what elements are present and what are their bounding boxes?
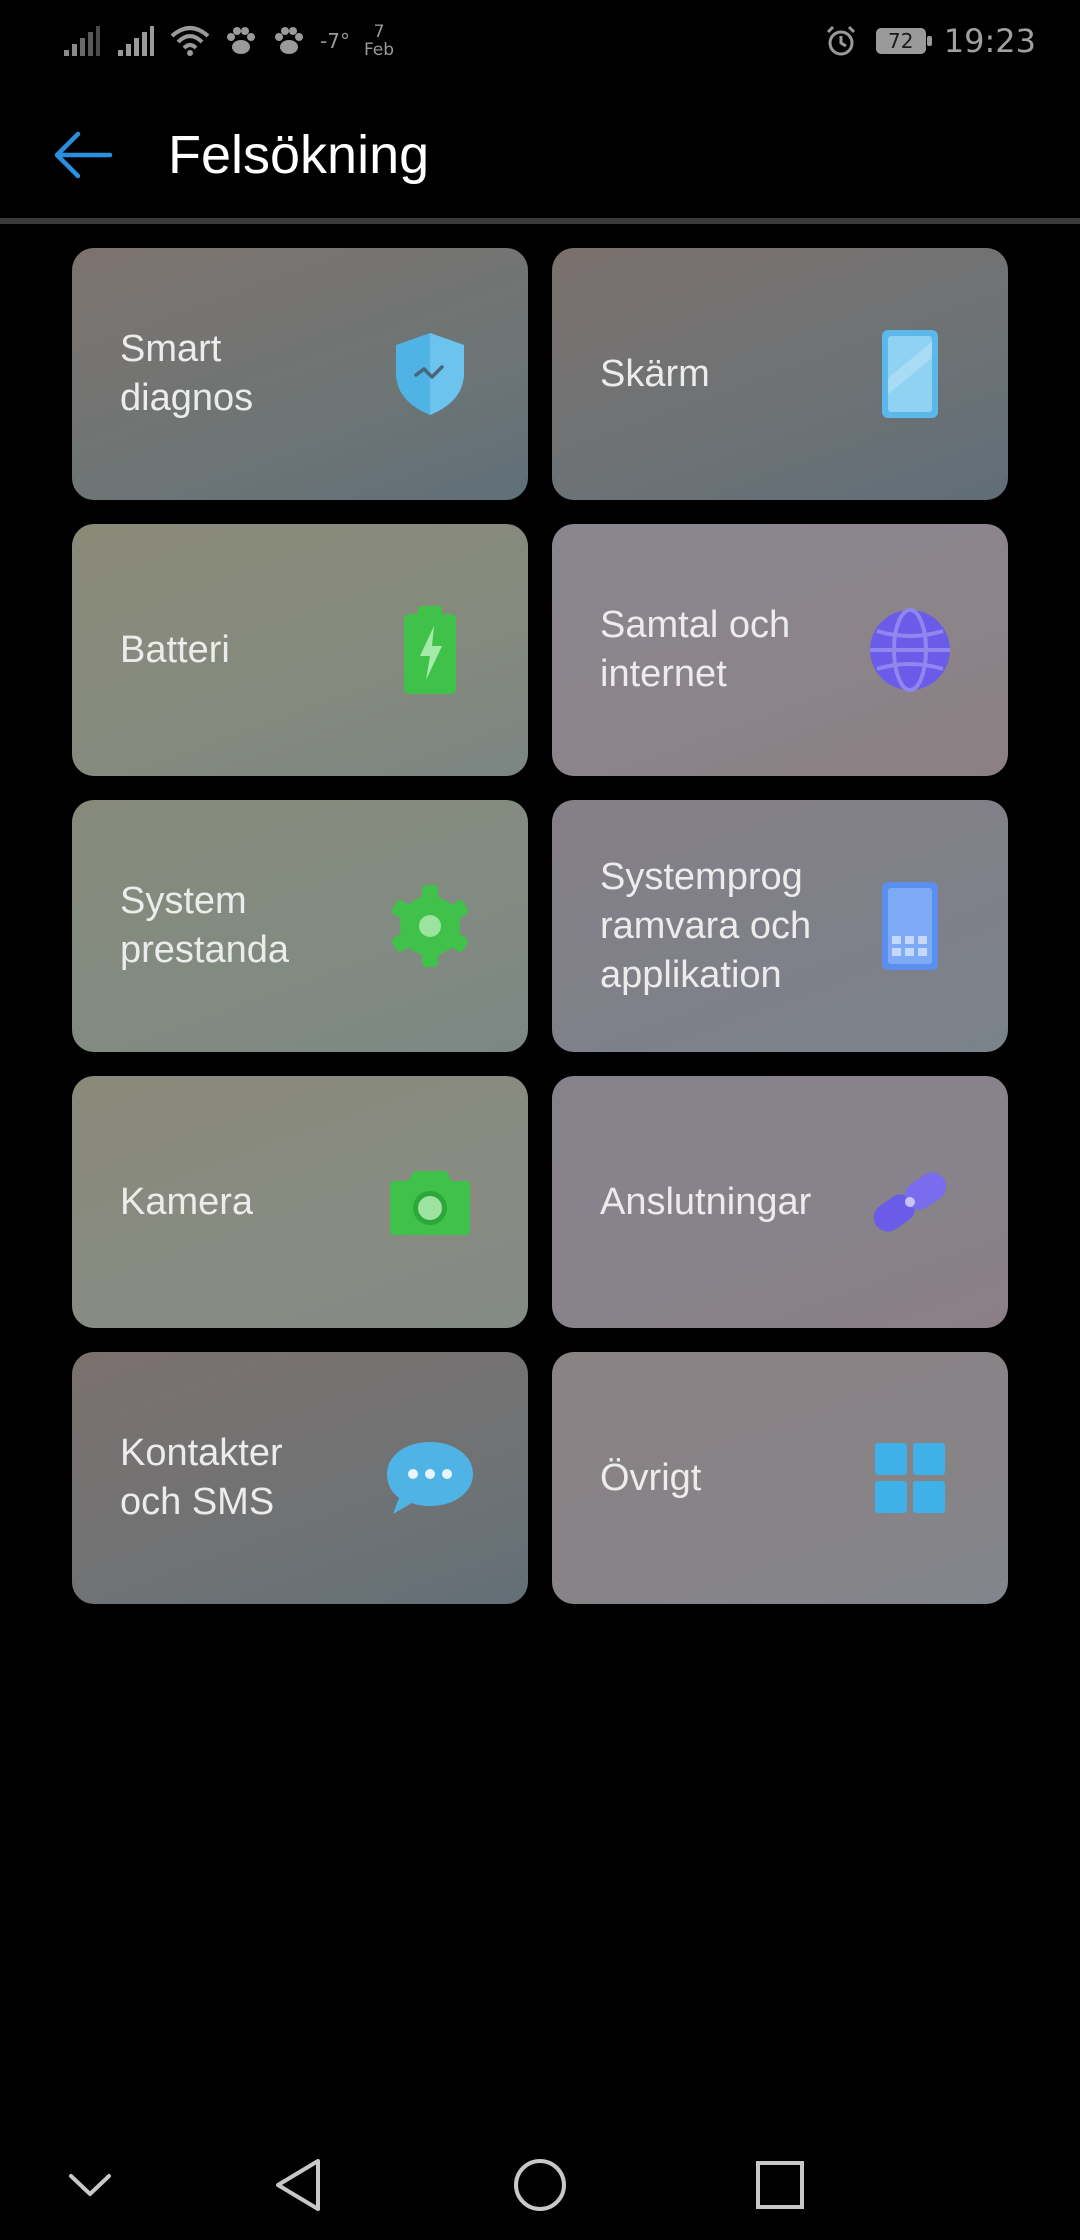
paw-icon-2 bbox=[272, 24, 306, 58]
battery-icon bbox=[380, 600, 480, 700]
clock: 19:23 bbox=[943, 22, 1036, 60]
gear-icon bbox=[380, 876, 480, 976]
status-left: -7° 7 Feb bbox=[62, 16, 408, 66]
navigation-bar bbox=[0, 2120, 1080, 2240]
signal-icon-2 bbox=[116, 24, 156, 58]
troubleshooting-grid: Smart diagnos Skärm Batteri Samtal och i… bbox=[72, 248, 1008, 1604]
battery-indicator: 72 bbox=[875, 28, 932, 54]
back-button[interactable] bbox=[50, 120, 120, 190]
nav-recents-button[interactable] bbox=[745, 2150, 815, 2220]
shield-icon bbox=[380, 324, 480, 424]
tile-batteri[interactable]: Batteri bbox=[72, 524, 528, 776]
tile-system-prestanda[interactable]: System prestanda bbox=[72, 800, 528, 1052]
triangle-back-icon bbox=[276, 2159, 320, 2211]
tile-label: Batteri bbox=[120, 628, 230, 671]
signal-icon bbox=[62, 24, 102, 58]
tile-samtal-och-internet[interactable]: Samtal och internet bbox=[552, 524, 1008, 776]
nav-back-button[interactable] bbox=[265, 2150, 335, 2220]
date-month: Feb bbox=[363, 40, 395, 60]
date: 7 Feb bbox=[364, 23, 394, 59]
tile-label: Övrigt bbox=[600, 1456, 702, 1499]
tile-label: Samtal och internet bbox=[600, 604, 791, 695]
arrow-left-icon bbox=[54, 131, 113, 179]
tile-kamera[interactable]: Kamera bbox=[72, 1076, 528, 1328]
nav-home-button[interactable] bbox=[505, 2150, 575, 2220]
app-bar-divider bbox=[0, 218, 1080, 224]
phone-apps-icon bbox=[860, 876, 960, 976]
circle-home-icon bbox=[514, 2159, 566, 2211]
tile-label: Anslutningar bbox=[600, 1180, 812, 1223]
tile-label: Smart diagnos bbox=[120, 328, 254, 419]
status-right: 72 19:23 bbox=[824, 16, 1036, 66]
tile-label: Kamera bbox=[120, 1180, 254, 1223]
tile-anslutningar[interactable]: Anslutningar bbox=[552, 1076, 1008, 1328]
chevron-down-icon bbox=[69, 2174, 111, 2196]
grid-icon bbox=[860, 1428, 960, 1528]
globe-icon bbox=[860, 600, 960, 700]
date-day: 7 bbox=[373, 22, 385, 42]
camera-icon bbox=[380, 1152, 480, 1252]
tile-systemprogramvara[interactable]: Systemprog ramvara och applikation bbox=[552, 800, 1008, 1052]
tile-label: System prestanda bbox=[120, 880, 290, 971]
square-recents-icon bbox=[756, 2161, 804, 2209]
tile-label: Skärm bbox=[600, 352, 710, 395]
tile-smart-diagnos[interactable]: Smart diagnos bbox=[72, 248, 528, 500]
temperature: -7° bbox=[320, 29, 350, 53]
tile-label: Kontakter och SMS bbox=[120, 1432, 283, 1523]
link-icon bbox=[860, 1152, 960, 1252]
tile-skarm[interactable]: Skärm bbox=[552, 248, 1008, 500]
nav-hide-button[interactable] bbox=[55, 2150, 125, 2220]
alarm-icon bbox=[824, 24, 858, 58]
wifi-icon bbox=[170, 24, 210, 58]
tile-kontakter-och-sms[interactable]: Kontakter och SMS bbox=[72, 1352, 528, 1604]
app-bar: Felsökning bbox=[0, 100, 1080, 220]
phone-screen-icon bbox=[860, 324, 960, 424]
tile-ovrigt[interactable]: Övrigt bbox=[552, 1352, 1008, 1604]
paw-icon bbox=[224, 24, 258, 58]
tile-label: Systemprog ramvara och applikation bbox=[600, 855, 812, 996]
page-title: Felsökning bbox=[168, 125, 430, 185]
chat-bubble-icon bbox=[380, 1428, 480, 1528]
status-bar: -7° 7 Feb 72 19:23 bbox=[0, 0, 1080, 82]
